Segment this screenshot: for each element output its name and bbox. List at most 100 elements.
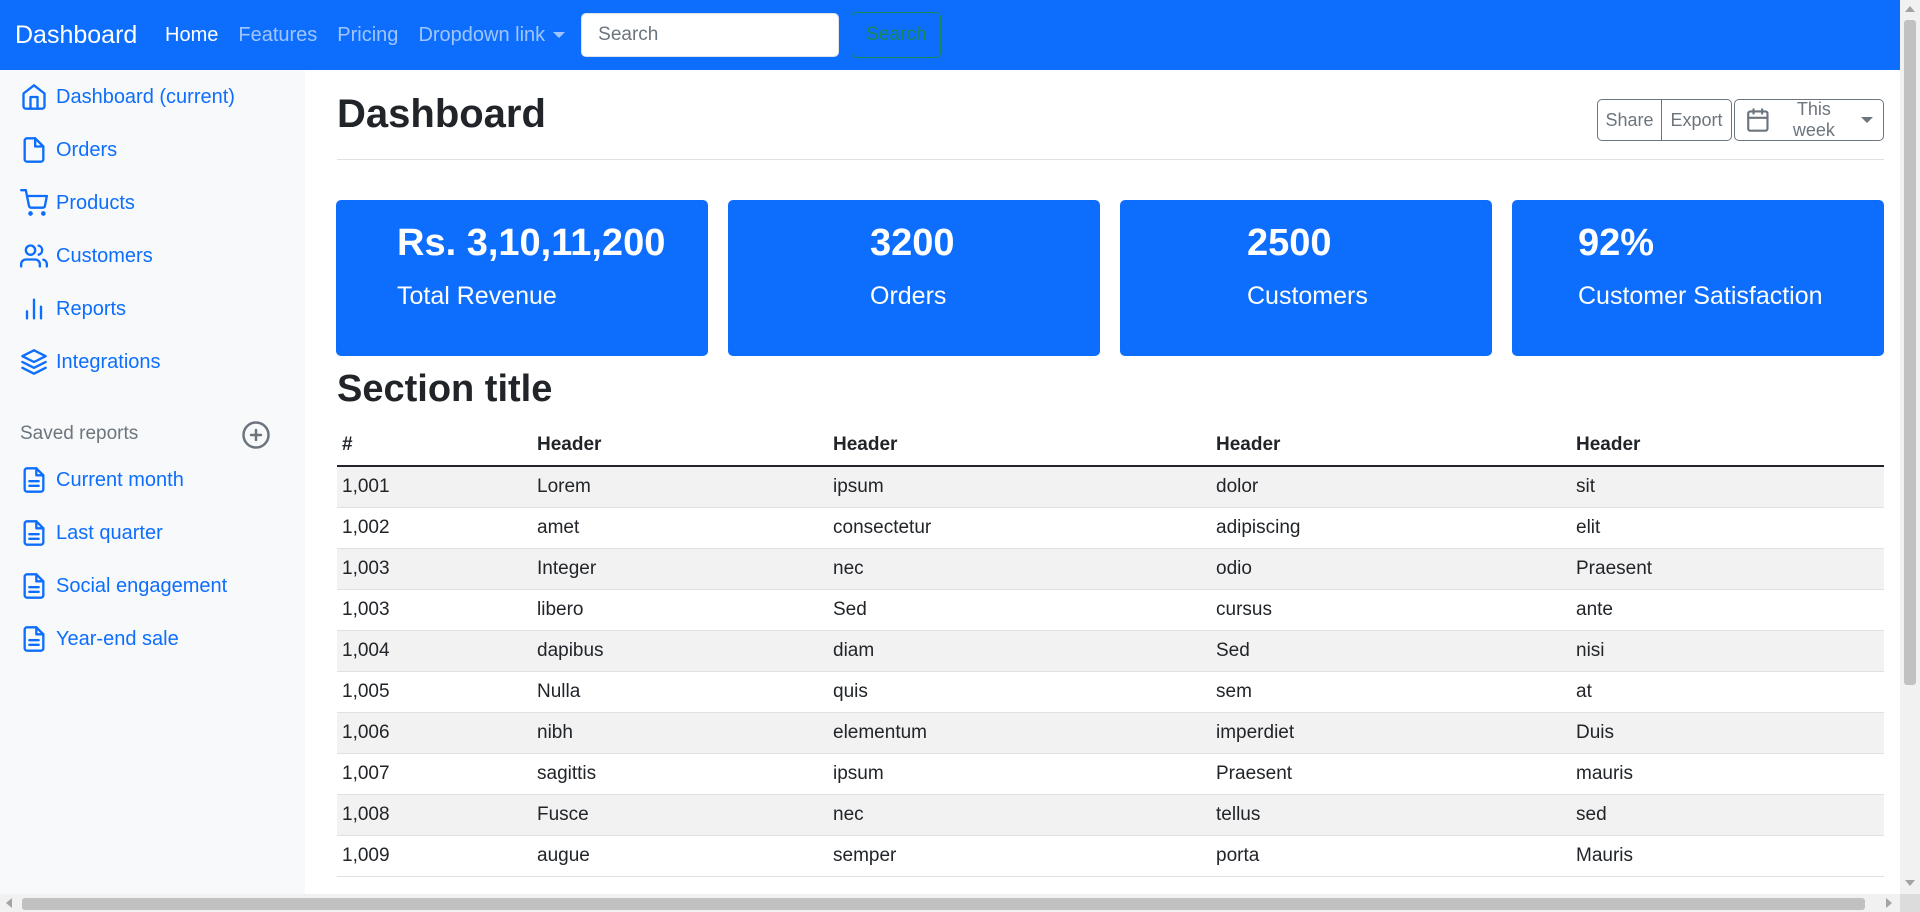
stat-label: Orders: [870, 282, 947, 310]
table-cell: elementum: [828, 712, 1211, 754]
top-navbar: Dashboard Home Features Pricing Dropdown…: [0, 0, 1900, 70]
table-cell: semper: [828, 835, 1211, 877]
saved-report-current-month[interactable]: Current month: [20, 466, 184, 494]
sidebar-item-orders[interactable]: Orders: [20, 136, 117, 164]
table-cell: amet: [532, 507, 828, 549]
stat-value: Rs. 3,10,11,200: [397, 222, 666, 264]
search-input[interactable]: [581, 13, 840, 57]
search-button[interactable]: Search: [851, 12, 942, 58]
stat-card-revenue: Rs. 3,10,11,200 Total Revenue: [336, 200, 708, 356]
users-icon: [20, 244, 48, 268]
nav-link-pricing[interactable]: Pricing: [337, 24, 398, 47]
share-button[interactable]: Share: [1597, 99, 1662, 141]
stat-card-customers: 2500 Customers: [1120, 200, 1492, 356]
table-cell: augue: [532, 835, 828, 877]
file-icon: [23, 137, 45, 163]
table-cell: elit: [1571, 507, 1884, 549]
table-body: 1,001 Lorem ipsum dolor sit 1,002 amet consecte…: [337, 466, 1884, 877]
table-cell: cursus: [1211, 589, 1571, 631]
bar-chart-icon: [25, 298, 43, 320]
sidebar-item-label: Products: [56, 191, 135, 214]
saved-report-year-end-sale[interactable]: Year-end sale: [20, 625, 179, 653]
table-cell: Praesent: [1211, 753, 1571, 795]
saved-report-label: Current month: [56, 468, 184, 491]
table-cell: odio: [1211, 548, 1571, 590]
column-header: Header: [1211, 425, 1571, 467]
table-cell: libero: [532, 589, 828, 631]
table-row: 1,004 dapibus diam Sed nisi: [337, 630, 1884, 672]
table-cell: ipsum: [828, 753, 1211, 795]
file-text-icon: [23, 626, 45, 652]
table-row: 1,005 Nulla quis sem at: [337, 671, 1884, 713]
table-row: 1,002 amet consectetur adipiscing elit: [337, 507, 1884, 549]
saved-report-label: Year-end sale: [56, 627, 179, 650]
scroll-up-icon[interactable]: [1905, 6, 1915, 12]
table-cell: Lorem: [532, 466, 828, 508]
table-cell: Integer: [532, 548, 828, 590]
file-text-icon: [23, 467, 45, 493]
table-row: 1,008 Fusce nec tellus sed: [337, 794, 1884, 836]
sidebar-item-integrations[interactable]: Integrations: [20, 348, 161, 376]
table-cell: imperdiet: [1211, 712, 1571, 754]
home-icon: [22, 84, 46, 110]
plus-circle-icon[interactable]: [241, 420, 271, 450]
table-row: 1,003 Integer nec odio Praesent: [337, 548, 1884, 590]
saved-report-social-engagement[interactable]: Social engagement: [20, 572, 227, 600]
stat-value: 92%: [1578, 222, 1655, 264]
date-range-dropdown[interactable]: This week: [1734, 99, 1884, 141]
sidebar-item-dashboard[interactable]: Dashboard (current): [20, 83, 235, 111]
table-cell: adipiscing: [1211, 507, 1571, 549]
table-cell: ante: [1571, 589, 1884, 631]
scroll-right-icon[interactable]: [1886, 898, 1892, 908]
navbar-brand[interactable]: Dashboard: [15, 21, 165, 50]
nav-dropdown-label: Dropdown link: [418, 23, 546, 46]
table-cell: sit: [1571, 466, 1884, 508]
layers-icon: [21, 349, 47, 375]
column-header: Header: [1571, 425, 1884, 467]
table-cell: Mauris: [1571, 835, 1884, 877]
page-title: Dashboard: [337, 92, 546, 136]
table-row: 1,007 sagittis ipsum Praesent mauris: [337, 753, 1884, 795]
table-cell: 1,006: [337, 712, 532, 754]
nav-dropdown[interactable]: Dropdown link: [418, 23, 566, 47]
table-row: 1,006 nibh elementum imperdiet Duis: [337, 712, 1884, 754]
table-cell: Duis: [1571, 712, 1884, 754]
saved-report-last-quarter[interactable]: Last quarter: [20, 519, 163, 547]
sidebar-item-label: Dashboard (current): [56, 85, 235, 108]
stat-card-orders: 3200 Orders: [728, 200, 1100, 356]
table-row: 1,001 Lorem ipsum dolor sit: [337, 466, 1884, 508]
stat-value: 2500: [1247, 222, 1332, 264]
table-cell: 1,007: [337, 753, 532, 795]
section-title: Section title: [337, 368, 553, 410]
table-cell: 1,002: [337, 507, 532, 549]
sidebar-item-customers[interactable]: Customers: [20, 242, 153, 270]
table-cell: 1,009: [337, 835, 532, 877]
stat-value: 3200: [870, 222, 955, 264]
scroll-down-icon[interactable]: [1905, 880, 1915, 886]
saved-report-label: Last quarter: [56, 521, 163, 544]
scroll-left-icon[interactable]: [6, 898, 12, 908]
stat-card-satisfaction: 92% Customer Satisfaction: [1512, 200, 1884, 356]
table-cell: nibh: [532, 712, 828, 754]
table-cell: dapibus: [532, 630, 828, 672]
stat-label: Total Revenue: [397, 282, 557, 310]
table-cell: Fusce: [532, 794, 828, 836]
vertical-scrollbar-thumb[interactable]: [1904, 20, 1916, 685]
table-cell: 1,003: [337, 589, 532, 631]
cart-icon: [20, 189, 48, 216]
export-button[interactable]: Export: [1662, 99, 1732, 141]
horizontal-scrollbar-thumb[interactable]: [22, 898, 1865, 910]
table-cell: 1,004: [337, 630, 532, 672]
sidebar-item-products[interactable]: Products: [20, 189, 135, 217]
toolbar: Share Export This week: [1597, 99, 1884, 141]
column-header: Header: [532, 425, 828, 467]
table-cell: 1,001: [337, 466, 532, 508]
table-cell: nec: [828, 794, 1211, 836]
nav-link-features[interactable]: Features: [238, 24, 317, 47]
column-header: Header: [828, 425, 1211, 467]
title-divider: [337, 159, 1884, 160]
nav-link-home[interactable]: Home: [165, 24, 218, 47]
sidebar-item-label: Customers: [56, 244, 153, 267]
sidebar-item-reports[interactable]: Reports: [20, 295, 126, 323]
saved-reports-heading: Saved reports: [20, 423, 139, 444]
